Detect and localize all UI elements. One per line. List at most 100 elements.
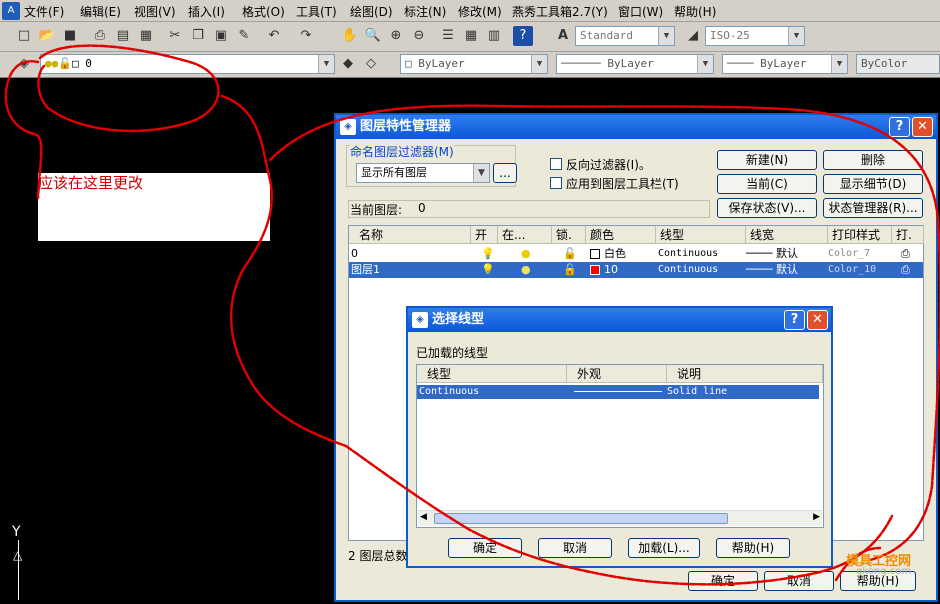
menu-window[interactable]: 窗口(W) xyxy=(618,3,663,20)
apply-toolbar-checkbox[interactable] xyxy=(550,177,562,189)
paste-icon[interactable]: ▣ xyxy=(211,26,231,46)
column-on[interactable]: 开 xyxy=(471,226,498,244)
bulb-icon[interactable]: 💡 xyxy=(481,246,495,262)
layer-lineweight[interactable]: 默认 xyxy=(776,262,798,278)
layer-filter-select[interactable]: 显示所有图层 ▼ xyxy=(356,163,490,183)
table-row-selected[interactable]: Continuous Solid line xyxy=(417,385,819,399)
layer-name: 0 xyxy=(351,247,358,260)
help-icon[interactable]: ? xyxy=(513,26,533,46)
ok-button[interactable]: 确定 xyxy=(448,538,522,558)
close-icon[interactable]: ✕ xyxy=(807,310,828,330)
tool-palettes-icon[interactable]: ▥ xyxy=(484,26,504,46)
menu-draw[interactable]: 绘图(D) xyxy=(350,3,393,20)
horizontal-scrollbar[interactable]: ◀ ▶ xyxy=(418,510,822,526)
make-object-layer-current-icon[interactable]: ◆ xyxy=(338,54,358,74)
scroll-left-icon[interactable]: ◀ xyxy=(420,512,427,522)
menu-dimension[interactable]: 标注(N) xyxy=(404,3,446,20)
column-lock[interactable]: 锁. xyxy=(552,226,586,244)
zoom-previous-icon[interactable]: ⊖ xyxy=(409,26,429,46)
help-icon[interactable]: ? xyxy=(784,310,805,330)
help-button[interactable]: 帮助(H) xyxy=(716,538,790,558)
menu-file[interactable]: 文件(F) xyxy=(24,3,64,20)
column-lineweight[interactable]: 线宽 xyxy=(746,226,828,244)
state-manager-button[interactable]: 状态管理器(R)... xyxy=(823,198,923,218)
print-icon[interactable]: ⎙ xyxy=(90,26,110,46)
ok-button[interactable]: 确定 xyxy=(688,571,758,591)
table-row-selected[interactable]: 图层1 💡 ● 🔓 10 Continuous ──── 默认 Color_10… xyxy=(349,262,923,278)
match-properties-icon[interactable]: ✎ xyxy=(234,26,254,46)
properties-icon[interactable]: ☰ xyxy=(438,26,458,46)
menu-insert[interactable]: 插入(I) xyxy=(188,3,225,20)
zoom-window-icon[interactable]: ⊕ xyxy=(386,26,406,46)
zoom-realtime-icon[interactable]: 🔍 xyxy=(363,26,383,46)
open-icon[interactable]: 📂 xyxy=(37,26,57,46)
menu-format[interactable]: 格式(O) xyxy=(242,3,285,20)
lineweight-select[interactable]: ──── ByLayer ▼ xyxy=(722,54,848,74)
menu-tools[interactable]: 工具(T) xyxy=(296,3,337,20)
linetype-appearance xyxy=(574,391,662,392)
copy-icon[interactable]: ❐ xyxy=(188,26,208,46)
linetype-icon: ◈ xyxy=(412,312,428,328)
column-plot[interactable]: 打. xyxy=(892,226,924,244)
color-select[interactable]: □ ByLayer ▼ xyxy=(400,54,548,74)
column-name[interactable]: 名称 xyxy=(349,226,471,244)
layer-select[interactable]: ●●🔓□ 0 ▼ xyxy=(40,54,335,74)
save-state-button[interactable]: 保存状态(V)... xyxy=(717,198,817,218)
column-linetype[interactable]: 线型 xyxy=(656,226,746,244)
pan-icon[interactable]: ✋ xyxy=(340,26,360,46)
column-freeze[interactable]: 在... xyxy=(498,226,552,244)
scroll-right-icon[interactable]: ▶ xyxy=(813,512,820,522)
column-appearance[interactable]: 外观 xyxy=(567,365,667,383)
column-plotstyle[interactable]: 打印样式 xyxy=(828,226,892,244)
menu-yanxiu-toolbox[interactable]: 燕秀工具箱2.7(Y) xyxy=(512,3,608,20)
menu-help[interactable]: 帮助(H) xyxy=(674,3,716,20)
cancel-button[interactable]: 取消 xyxy=(538,538,612,558)
scrollbar-thumb[interactable] xyxy=(434,513,728,524)
show-details-button[interactable]: 显示细节(D) xyxy=(823,174,923,194)
menu-modify[interactable]: 修改(M) xyxy=(458,3,502,20)
cut-icon[interactable]: ✂ xyxy=(165,26,185,46)
menu-view[interactable]: 视图(V) xyxy=(134,3,176,20)
set-current-button[interactable]: 当前(C) xyxy=(717,174,817,194)
lineweight-line: ──── xyxy=(746,263,773,276)
dim-style-select[interactable]: ISO-25 ▼ xyxy=(705,26,805,46)
publish-icon[interactable]: ▦ xyxy=(136,26,156,46)
menu-edit[interactable]: 编辑(E) xyxy=(80,3,121,20)
linetype-select[interactable]: ────── ByLayer ▼ xyxy=(556,54,714,74)
load-button[interactable]: 加载(L)... xyxy=(628,538,700,558)
watermark-domain: gkong.com xyxy=(856,566,912,577)
layer-manager-icon[interactable]: ◈ xyxy=(14,54,34,74)
printer-icon[interactable]: ⎙ xyxy=(901,246,910,262)
lock-icon[interactable]: 🔓 xyxy=(563,246,577,262)
design-center-icon[interactable]: ▦ xyxy=(461,26,481,46)
sun-icon[interactable]: ● xyxy=(521,262,531,278)
lock-icon: 🔓 xyxy=(58,57,72,70)
column-linetype[interactable]: 线型 xyxy=(417,365,567,383)
table-row[interactable]: 0 💡 ● 🔓 白色 Continuous ──── 默认 Color_7 ⎙ xyxy=(349,246,923,262)
color-swatch[interactable] xyxy=(590,265,600,275)
layer-lineweight[interactable]: 默认 xyxy=(776,246,798,262)
layer-linetype[interactable]: Continuous xyxy=(658,246,718,262)
text-style-select[interactable]: Standard ▼ xyxy=(575,26,675,46)
color-swatch[interactable] xyxy=(590,249,600,259)
help-icon[interactable]: ? xyxy=(889,117,910,137)
layer-previous-icon[interactable]: ◇ xyxy=(361,54,381,74)
lock-icon[interactable]: 🔓 xyxy=(563,262,577,278)
sun-icon[interactable]: ● xyxy=(521,246,531,262)
printer-icon[interactable]: ⎙ xyxy=(901,262,910,278)
bulb-icon[interactable]: 💡 xyxy=(481,262,495,278)
save-icon[interactable]: ■ xyxy=(60,26,80,46)
close-icon[interactable]: ✕ xyxy=(912,117,933,137)
undo-icon[interactable]: ↶ xyxy=(264,26,284,46)
new-icon[interactable]: □ xyxy=(14,26,34,46)
new-layer-button[interactable]: 新建(N) xyxy=(717,150,817,170)
invert-filter-checkbox[interactable] xyxy=(550,158,562,170)
cancel-button[interactable]: 取消 xyxy=(764,571,834,591)
column-color[interactable]: 颜色 xyxy=(586,226,656,244)
delete-layer-button[interactable]: 删除 xyxy=(823,150,923,170)
column-description[interactable]: 说明 xyxy=(667,365,823,383)
layer-linetype[interactable]: Continuous xyxy=(658,262,718,278)
print-preview-icon[interactable]: ▤ xyxy=(113,26,133,46)
redo-icon[interactable]: ↷ xyxy=(296,26,316,46)
filter-more-button[interactable]: ... xyxy=(493,163,517,183)
